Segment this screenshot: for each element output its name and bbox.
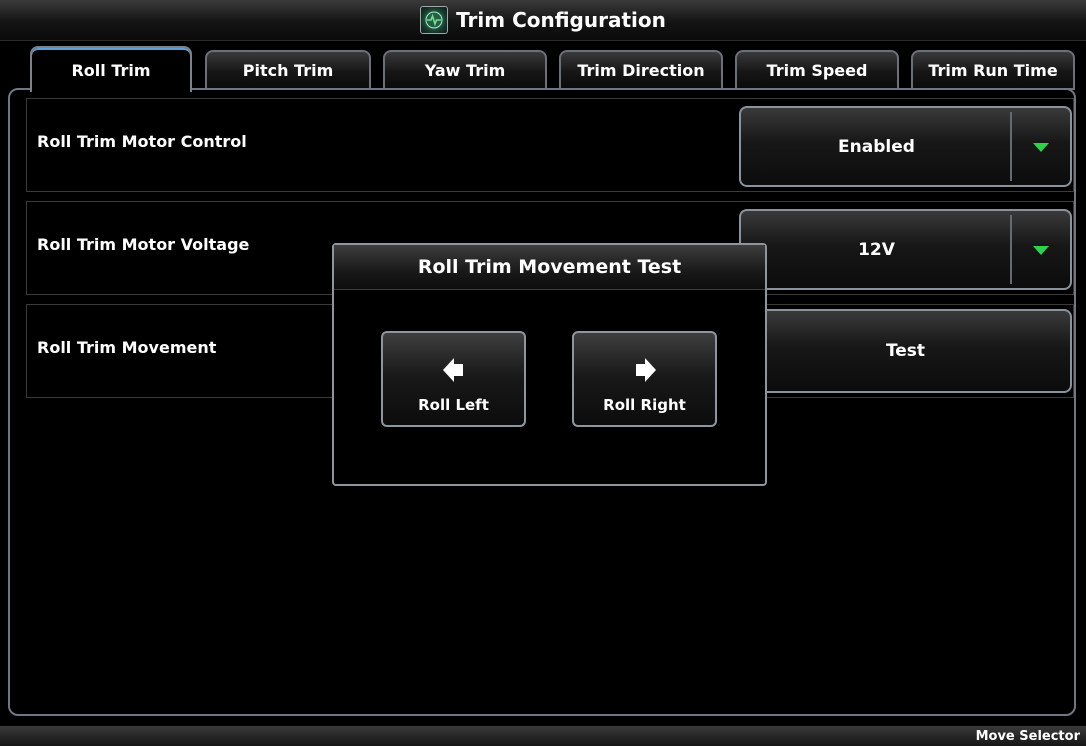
pilot-display-icon [420, 6, 449, 34]
triangle-down-icon [1033, 142, 1049, 152]
roll-right-button[interactable]: Roll Right [572, 331, 717, 427]
tab-label: Trim Direction [577, 60, 705, 80]
dropdown-divider [1010, 112, 1012, 181]
movement-test-button[interactable]: Test [739, 309, 1072, 393]
tab-trim-speed[interactable]: Trim Speed [735, 50, 899, 90]
softkey-bar: Move Selector [0, 726, 1086, 746]
dropdown-value: 12V [858, 239, 895, 260]
tab-trim-direction[interactable]: Trim Direction [559, 50, 723, 90]
dialog-title: Roll Trim Movement Test [417, 256, 682, 278]
tab-label: Pitch Trim [242, 60, 334, 80]
triangle-down-icon [1033, 245, 1049, 255]
motor-control-dropdown[interactable]: Enabled [739, 106, 1072, 187]
tab-label: Trim Speed [766, 60, 868, 80]
arrow-right-icon [574, 358, 715, 382]
roll-left-label: Roll Left [418, 396, 489, 414]
tab-label: Yaw Trim [424, 60, 506, 80]
motor-voltage-label: Roll Trim Motor Voltage [37, 235, 250, 254]
tab-yaw-trim[interactable]: Yaw Trim [383, 50, 547, 90]
tab-label: Roll Trim [71, 60, 151, 80]
movement-label: Roll Trim Movement [37, 338, 217, 357]
arrow-left-icon [383, 358, 524, 382]
motor-voltage-dropdown[interactable]: 12V [739, 209, 1072, 290]
tab-label: Trim Run Time [928, 60, 1058, 80]
dropdown-divider [1010, 215, 1012, 284]
dropdown-value: Enabled [838, 136, 915, 157]
move-selector-softkey[interactable]: Move Selector [970, 726, 1086, 746]
roll-left-button[interactable]: Roll Left [381, 331, 526, 427]
roll-right-label: Roll Right [603, 396, 686, 414]
roll-trim-test-dialog: Roll Trim Movement Test Roll Left Roll R… [332, 243, 767, 486]
page-title: Trim Configuration [456, 8, 666, 32]
motor-control-label: Roll Trim Motor Control [37, 132, 247, 151]
tab-pitch-trim[interactable]: Pitch Trim [205, 50, 371, 90]
title-bar: Trim Configuration [0, 0, 1086, 41]
tab-roll-trim[interactable]: Roll Trim [30, 46, 192, 92]
tab-trim-run-time[interactable]: Trim Run Time [911, 50, 1075, 90]
dialog-header: Roll Trim Movement Test [334, 245, 765, 290]
test-button-label: Test [885, 341, 926, 361]
